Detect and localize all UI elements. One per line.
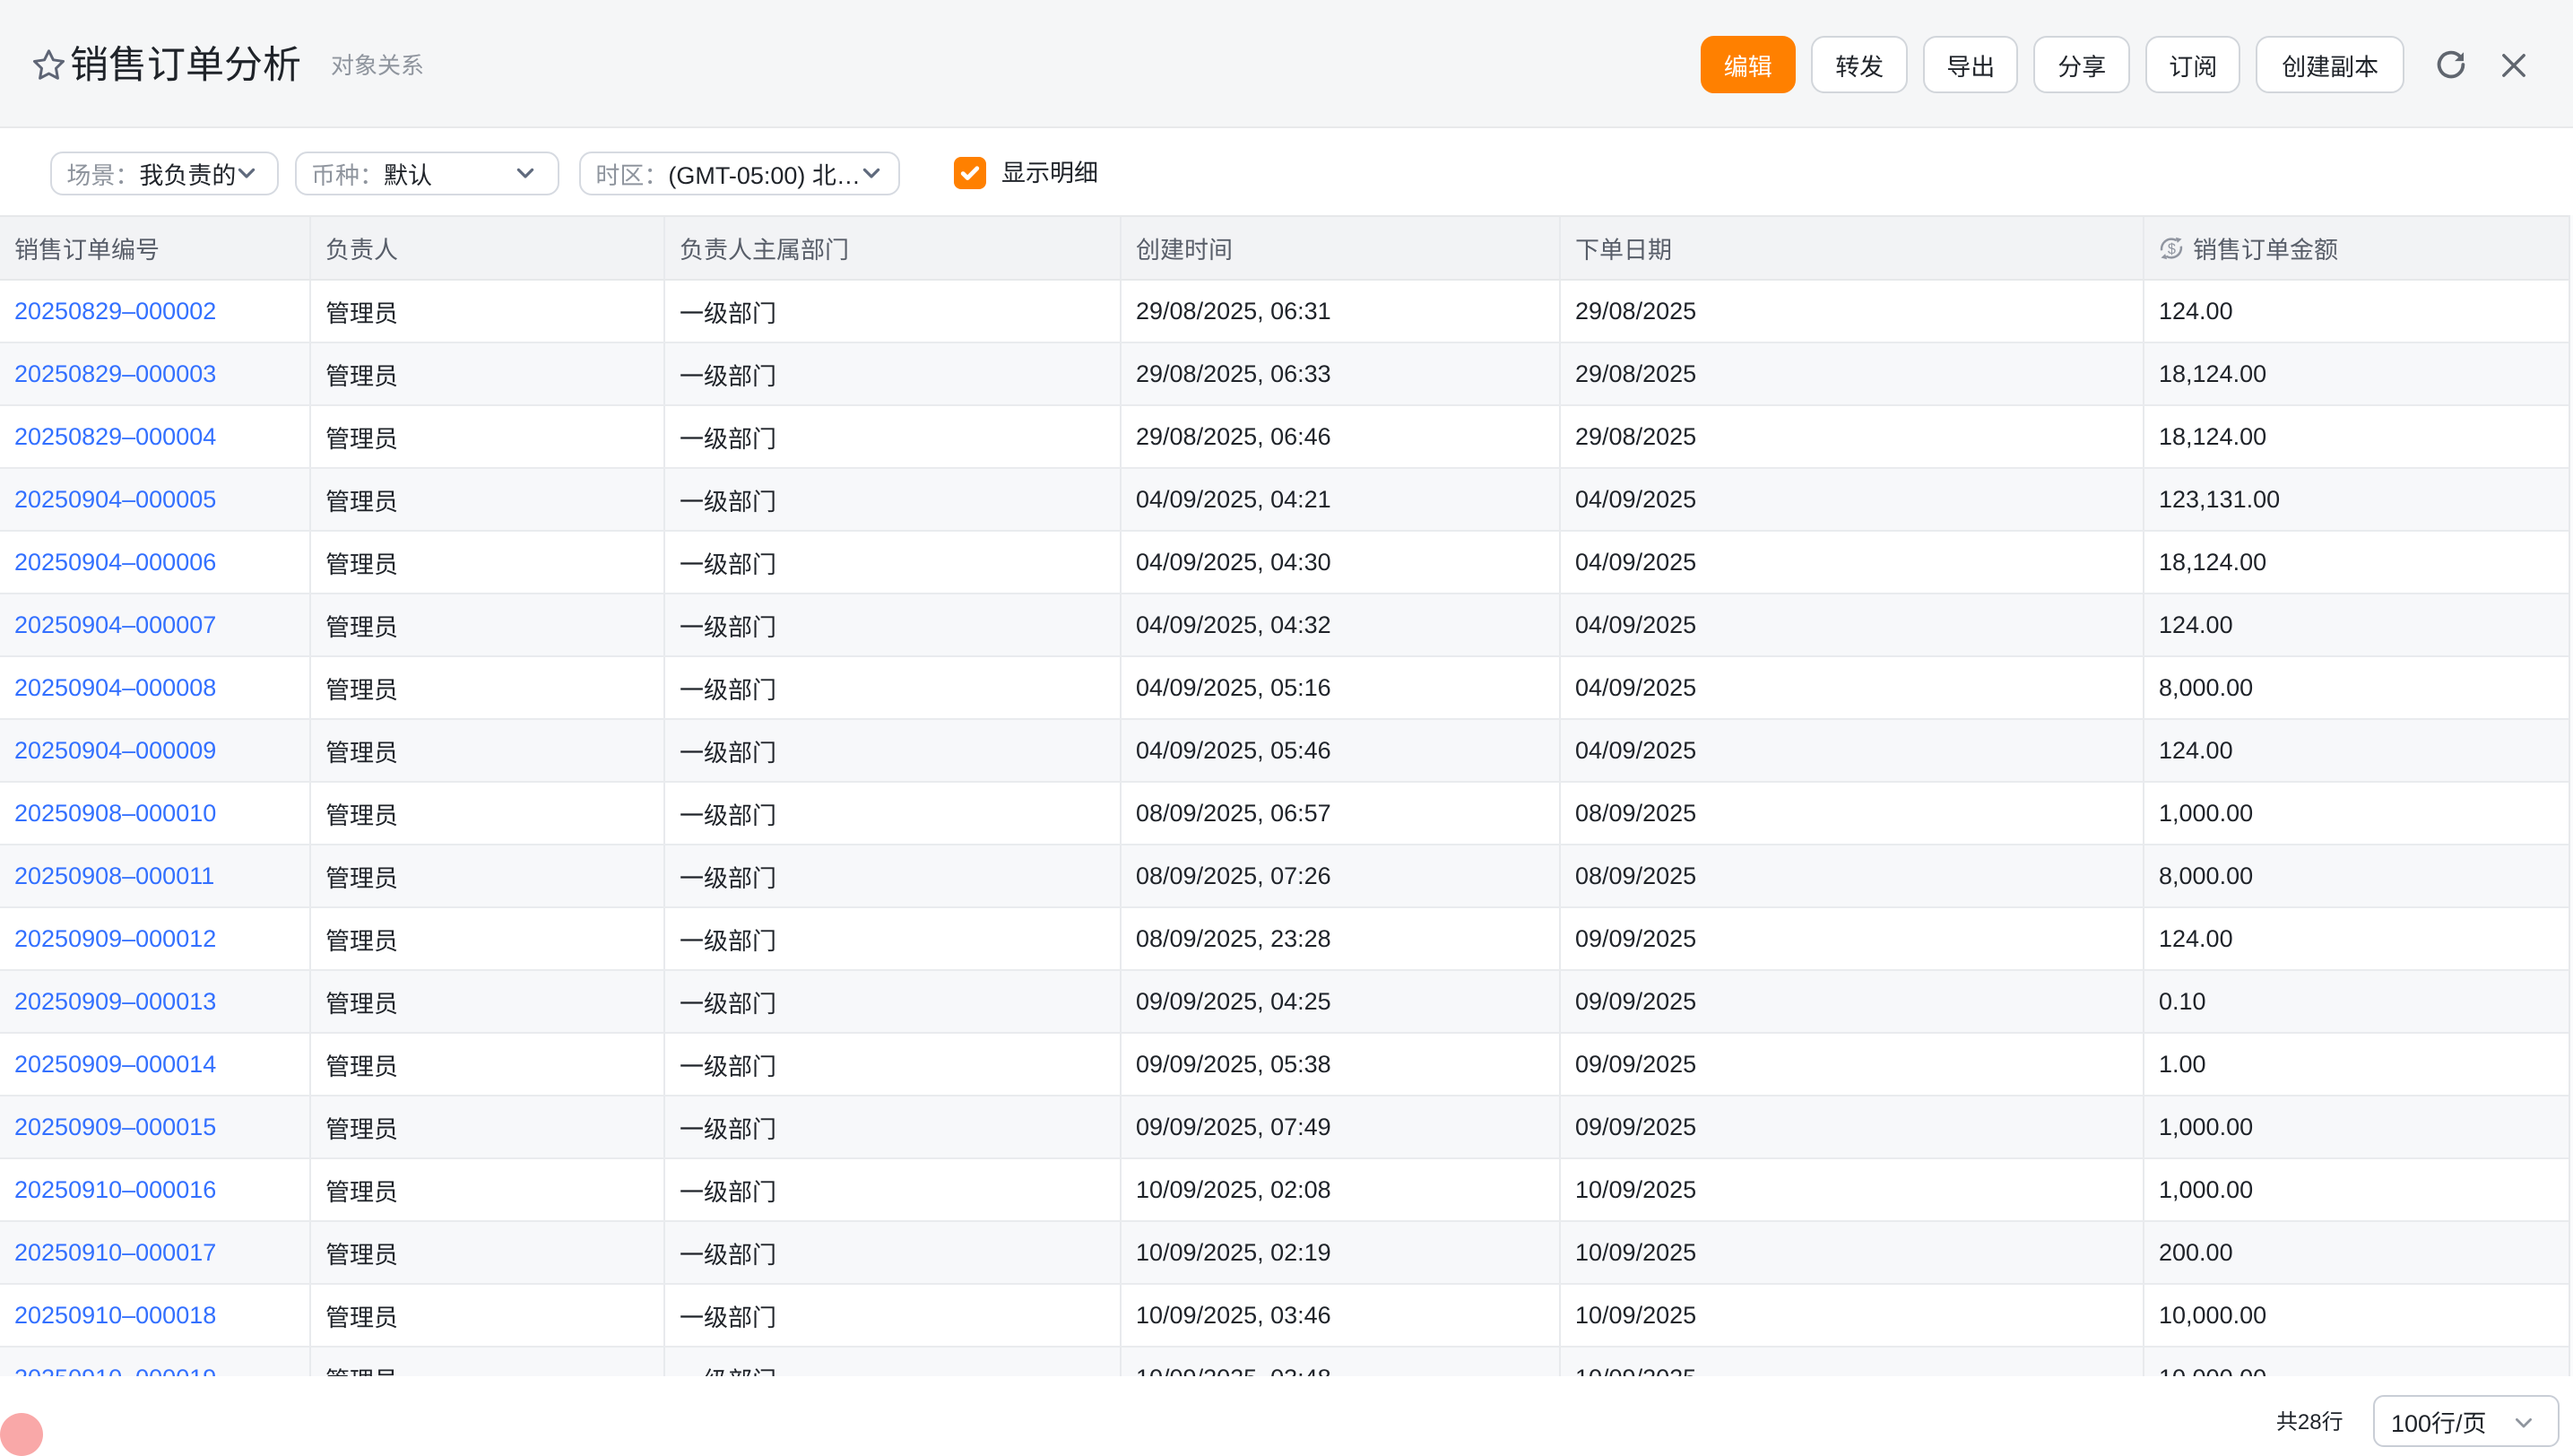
svg-text:$: $ (2168, 240, 2176, 256)
